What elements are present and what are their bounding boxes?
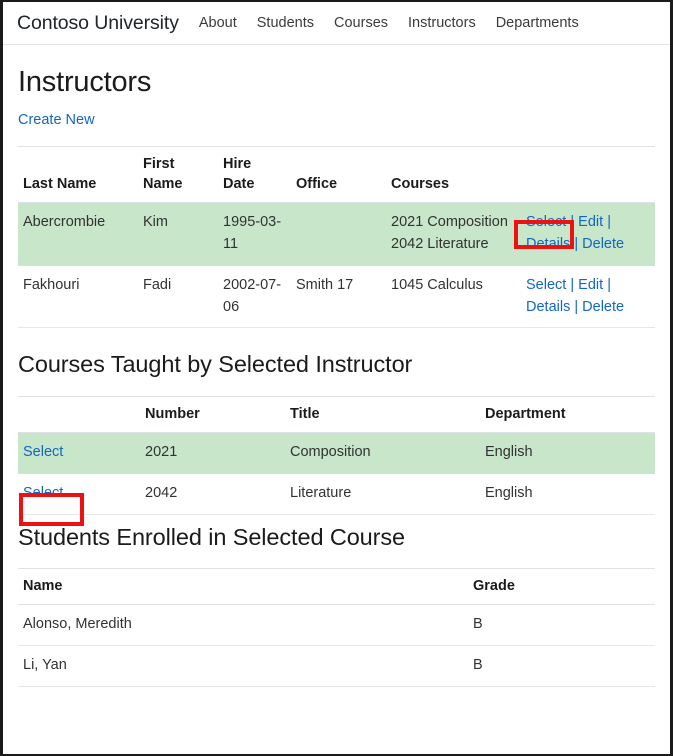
col-header-office: Office: [291, 147, 386, 203]
cell-department: English: [480, 473, 655, 514]
col-header-number: Number: [140, 396, 285, 433]
nav-link-about[interactable]: About: [199, 15, 237, 31]
cell-actions: Select | Edit | Details | Delete: [521, 265, 655, 328]
table-row[interactable]: Li, Yan B: [18, 646, 655, 687]
spacer: [18, 328, 655, 350]
cell-student-name: Li, Yan: [18, 646, 468, 687]
cell-courses: 2021 Composition 2042 Literature: [386, 203, 521, 266]
table-row[interactable]: Select 2042 Literature English: [18, 473, 655, 514]
col-header-department: Department: [480, 396, 655, 433]
nav-link-students[interactable]: Students: [257, 15, 314, 31]
col-header-first-name: First Name: [138, 147, 218, 203]
row-edit-link[interactable]: Edit: [578, 214, 603, 230]
students-table-header-row: Name Grade: [18, 568, 655, 605]
create-new-link[interactable]: Create New: [18, 112, 95, 128]
nav-link-departments[interactable]: Departments: [496, 15, 579, 31]
students-section-title: Students Enrolled in Selected Course: [18, 523, 655, 551]
students-table-block: Name Grade Alonso, Meredith B Li, Yan B: [18, 568, 655, 687]
cell-first-name: Kim: [138, 203, 218, 266]
row-select-link[interactable]: Select: [526, 214, 566, 230]
row-select-link[interactable]: Select: [526, 277, 566, 293]
col-header-title: Title: [285, 396, 480, 433]
action-separator: |: [570, 277, 574, 293]
site-navbar: Contoso University About Students Course…: [3, 2, 670, 45]
action-separator: |: [570, 214, 574, 230]
nav-link-instructors[interactable]: Instructors: [408, 15, 476, 31]
action-separator: |: [574, 236, 578, 252]
cell-hire-date: 2002-07-06: [218, 265, 291, 328]
instructors-table-header-row: Last Name First Name Hire Date Office Co…: [18, 147, 655, 203]
action-separator: |: [574, 299, 578, 315]
courses-table-block: Number Title Department Select 2021 Comp…: [18, 396, 655, 515]
main-content: Instructors Create New Last Name First N…: [3, 66, 670, 687]
primary-nav: About Students Courses Instructors Depar…: [199, 15, 579, 31]
cell-student-name: Alonso, Meredith: [18, 605, 468, 646]
site-brand[interactable]: Contoso University: [17, 12, 179, 35]
course-select-link[interactable]: Select: [23, 444, 63, 460]
cell-office: [291, 203, 386, 266]
cell-last-name: Fakhouri: [18, 265, 138, 328]
table-row[interactable]: Fakhouri Fadi 2002-07-06 Smith 17 1045 C…: [18, 265, 655, 328]
courses-section-title: Courses Taught by Selected Instructor: [18, 350, 655, 378]
cell-number: 2042: [140, 473, 285, 514]
course-select-link[interactable]: Select: [23, 485, 63, 501]
students-table: Name Grade Alonso, Meredith B Li, Yan B: [18, 568, 655, 687]
cell-first-name: Fadi: [138, 265, 218, 328]
action-separator: |: [607, 277, 611, 293]
cell-department: English: [480, 433, 655, 474]
col-header-name: Name: [18, 568, 468, 605]
cell-select: Select: [18, 473, 140, 514]
cell-title: Literature: [285, 473, 480, 514]
cell-actions: Select | Edit | Details | Delete: [521, 203, 655, 266]
col-header-last-name: Last Name: [18, 147, 138, 203]
cell-title: Composition: [285, 433, 480, 474]
cell-student-grade: B: [468, 646, 655, 687]
table-row[interactable]: Alonso, Meredith B: [18, 605, 655, 646]
row-delete-link[interactable]: Delete: [582, 299, 624, 315]
row-details-link[interactable]: Details: [526, 299, 570, 315]
spacer: [18, 515, 655, 523]
row-delete-link[interactable]: Delete: [582, 236, 624, 252]
cell-student-grade: B: [468, 605, 655, 646]
courses-table-header-row: Number Title Department: [18, 396, 655, 433]
col-header-hire-date: Hire Date: [218, 147, 291, 203]
cell-courses: 1045 Calculus: [386, 265, 521, 328]
courses-table: Number Title Department Select 2021 Comp…: [18, 396, 655, 515]
create-new-wrap: Create New: [18, 111, 655, 129]
browser-page: Contoso University About Students Course…: [0, 0, 673, 756]
col-header-grade: Grade: [468, 568, 655, 605]
nav-link-courses[interactable]: Courses: [334, 15, 388, 31]
col-header-actions: [521, 147, 655, 203]
row-edit-link[interactable]: Edit: [578, 277, 603, 293]
action-separator: |: [607, 214, 611, 230]
cell-number: 2021: [140, 433, 285, 474]
instructors-table-block: Last Name First Name Hire Date Office Co…: [18, 146, 655, 328]
col-header-select: [18, 396, 140, 433]
row-details-link[interactable]: Details: [526, 236, 570, 252]
page-title: Instructors: [18, 66, 655, 99]
col-header-courses: Courses: [386, 147, 521, 203]
cell-last-name: Abercrombie: [18, 203, 138, 266]
cell-office: Smith 17: [291, 265, 386, 328]
table-row[interactable]: Select 2021 Composition English: [18, 433, 655, 474]
cell-hire-date: 1995-03-11: [218, 203, 291, 266]
cell-select: Select: [18, 433, 140, 474]
instructors-table: Last Name First Name Hire Date Office Co…: [18, 146, 655, 328]
table-row[interactable]: Abercrombie Kim 1995-03-11 2021 Composit…: [18, 203, 655, 266]
